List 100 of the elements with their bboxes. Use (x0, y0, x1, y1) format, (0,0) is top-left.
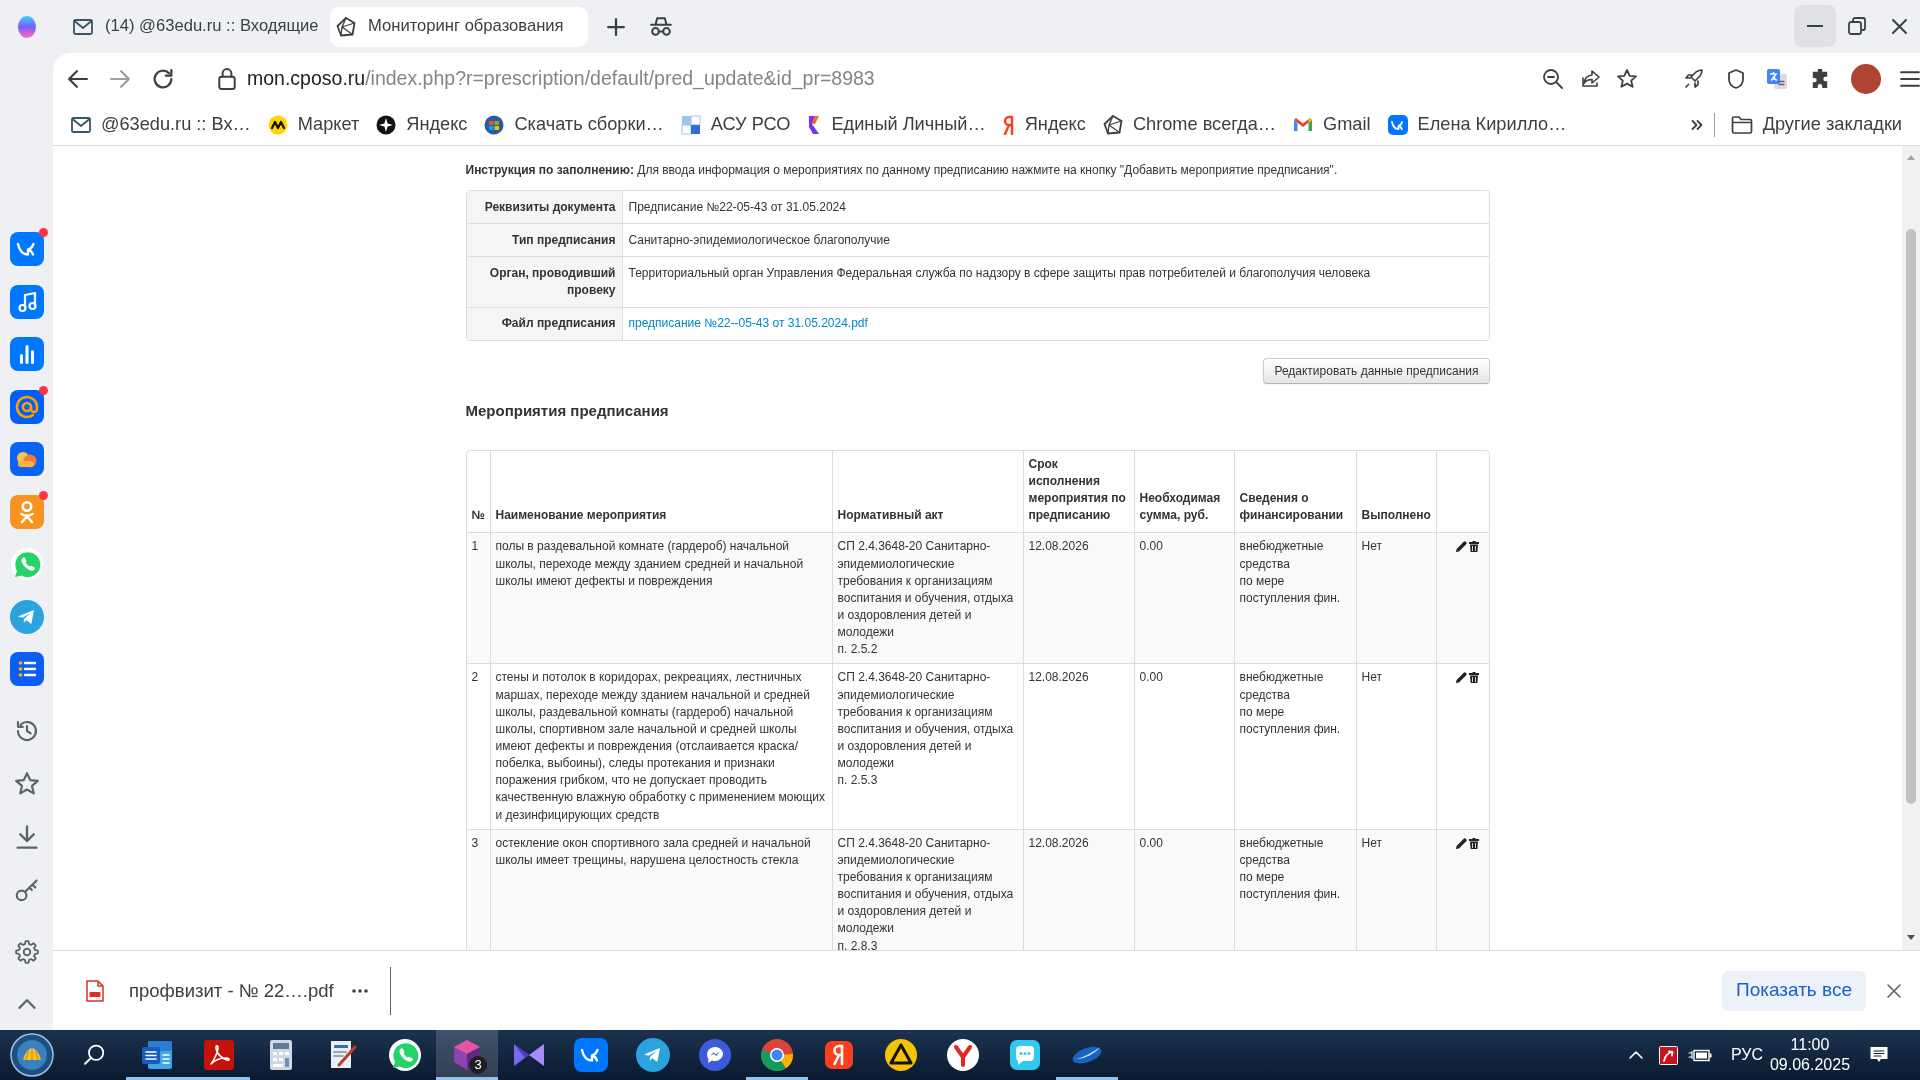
edit-button[interactable]: Редактировать данные предписания (1263, 357, 1490, 384)
bookmark-folder[interactable]: Другие закладки (1730, 111, 1902, 139)
avatar-icon[interactable] (1851, 64, 1881, 94)
table-cell: 0.00 (1133, 828, 1234, 950)
share-icon[interactable] (1581, 70, 1601, 88)
section-heading: Мероприятия предписания (465, 401, 670, 420)
caret-down-icon[interactable] (1907, 935, 1915, 940)
bookmark[interactable]: Gmail (1293, 111, 1371, 139)
puzzle-icon[interactable] (1810, 69, 1830, 89)
tab[interactable]: Мониторинг образования (330, 6, 588, 47)
table-cell: стены и потолок в коридорах, рекреациях, лестничных маршах, переходе между зданием начальной и средней школы, раздевальной комнаты (гардероб) начальной школы, спортивном зале начальной и средней школы имеют дефекты и повреждения (отслаивается краска/побелка, выбоины), следы протекания и признаки поражения грибком, что не допускает проводить качественную влажную обработку с применением моющих и дезинфицирующих средств (489, 663, 832, 829)
phone-bubble-icon[interactable] (388, 1038, 422, 1072)
translate-icon[interactable] (1766, 68, 1788, 90)
pencil-icon[interactable] (1455, 541, 1467, 553)
key-icon[interactable] (14, 877, 39, 902)
bookmark[interactable]: Chrome всегда… (1102, 111, 1277, 139)
pencil-icon[interactable] (1455, 837, 1467, 849)
hat-glasses-icon[interactable] (650, 16, 672, 37)
document-tile-icon[interactable] (140, 1038, 174, 1072)
forward-arrow-icon[interactable] (110, 70, 130, 88)
bar-chart-tile-icon[interactable] (9, 337, 44, 371)
clock[interactable]: 11:00 09.06.2025 (1765, 1035, 1855, 1075)
shield-icon[interactable] (1727, 69, 1745, 89)
bookmark[interactable]: АСУ РСО (680, 111, 791, 139)
minimize-icon (1807, 25, 1823, 27)
file-link[interactable]: предписание №22--05-43 от 31.05.2024.pdf (628, 316, 868, 331)
settings-icon[interactable] (14, 939, 39, 964)
table-cell: 3 (466, 828, 490, 950)
tab[interactable]: (14) @63edu.ru :: Входящие (67, 6, 325, 47)
reload-icon[interactable] (153, 69, 173, 89)
envelope-icon (71, 117, 91, 133)
paper-plane-icon[interactable] (636, 1038, 670, 1072)
trash-icon[interactable] (1468, 541, 1479, 553)
star-icon[interactable] (14, 772, 39, 796)
bookmark[interactable]: @63edu.ru :: Вх… (71, 111, 251, 139)
clause-text: п. 2.8.3 (837, 937, 879, 950)
scrollbar-thumb[interactable] (1906, 229, 1916, 804)
field-label: Файл предписания (466, 306, 623, 340)
rocket-icon[interactable] (1684, 69, 1704, 89)
folder-icon[interactable] (1730, 116, 1753, 134)
swirl-tile-icon[interactable] (202, 1038, 236, 1072)
close-icon[interactable] (1887, 983, 1901, 998)
taskbar-button[interactable]: 3 (436, 1030, 498, 1080)
compass-star-icon (376, 115, 397, 135)
envelope-icon (73, 18, 93, 35)
ribbon-icon (807, 115, 822, 135)
battery-icon[interactable] (1687, 1048, 1712, 1062)
download-item[interactable]: профвизит - № 22….pdf (86, 976, 334, 1005)
chat-bubble-icon[interactable] (698, 1038, 732, 1072)
scrollbar[interactable] (1902, 146, 1920, 950)
mark-tile-icon[interactable] (822, 1038, 856, 1072)
clause-text: п. 2.5.3 (837, 772, 879, 790)
at-sign-tile-icon[interactable] (9, 389, 44, 424)
download-icon[interactable] (14, 824, 39, 849)
column-header: Выполнено (1355, 450, 1436, 533)
squares-icon (680, 115, 701, 135)
history-icon[interactable] (14, 719, 39, 743)
pencil-icon[interactable] (1455, 672, 1467, 684)
field-label: Реквизиты документа (466, 191, 623, 224)
person-tile-icon[interactable] (9, 494, 44, 529)
field-label: Орган, проводивший провеку (466, 256, 623, 307)
address-field[interactable]: mon.cposo.ru/index.php?r=prescription/default/pred_update&id_pr=8983 (210, 59, 1526, 99)
document-icon (86, 979, 104, 1002)
table-cell: 2 (466, 663, 490, 829)
orb-icon[interactable] (16, 15, 38, 38)
bookmark[interactable]: Единый Личный… (807, 111, 986, 139)
trash-icon[interactable] (1468, 672, 1479, 684)
more-icon[interactable] (351, 988, 368, 993)
menu-icon[interactable] (1900, 71, 1920, 87)
language-indicator[interactable]: РУС (1730, 1043, 1763, 1067)
plus-icon[interactable] (607, 17, 625, 36)
bookmark[interactable]: Яндекс (376, 111, 468, 139)
list-tile-icon[interactable] (9, 652, 44, 686)
note-tile-icon[interactable] (9, 284, 44, 319)
bookmark[interactable]: Елена Кирилло… (1387, 111, 1567, 139)
show-all-button[interactable]: Показать все (1722, 970, 1866, 1011)
swoosh-icon[interactable] (1070, 1044, 1104, 1066)
fork-circle-icon[interactable] (946, 1038, 980, 1072)
star-icon[interactable] (1617, 69, 1637, 89)
field-value: Территориальный орган Управления Федеральная служба по надзору в сфере защиты прав потребителей и благополучия человека (622, 256, 1489, 307)
clause-text: п. 2.5.2 (837, 641, 879, 659)
logo-tile-icon[interactable] (574, 1038, 608, 1072)
table-cell: остекление окон спортивного зала средней и начальной школы имеет трещины, нарушена целостность стекла (489, 828, 832, 950)
double-chevron-icon[interactable] (1690, 119, 1703, 131)
clouds-tile-icon[interactable] (9, 442, 44, 476)
logo-tile-icon[interactable] (9, 232, 44, 266)
polyhedron-icon (336, 16, 356, 37)
table-cell: 12.08.2026 (1022, 663, 1134, 829)
column-header: Нормативный акт (831, 450, 1023, 533)
table-cell: Нет (1355, 828, 1436, 950)
funding-note: по мере поступления фин. (1239, 572, 1342, 607)
trash-icon[interactable] (1468, 837, 1479, 849)
bookmark[interactable]: Скачать сборки… (484, 111, 664, 139)
zoom-out-icon[interactable] (1543, 69, 1563, 89)
bookmark[interactable]: Маркет (267, 111, 360, 139)
back-arrow-icon[interactable] (68, 70, 88, 88)
chat-tile-icon[interactable] (1008, 1038, 1042, 1072)
bookmark[interactable]: Яндекс (1002, 111, 1086, 139)
ring-icon[interactable] (760, 1038, 794, 1072)
arrow-tile-icon[interactable] (1658, 1045, 1678, 1065)
